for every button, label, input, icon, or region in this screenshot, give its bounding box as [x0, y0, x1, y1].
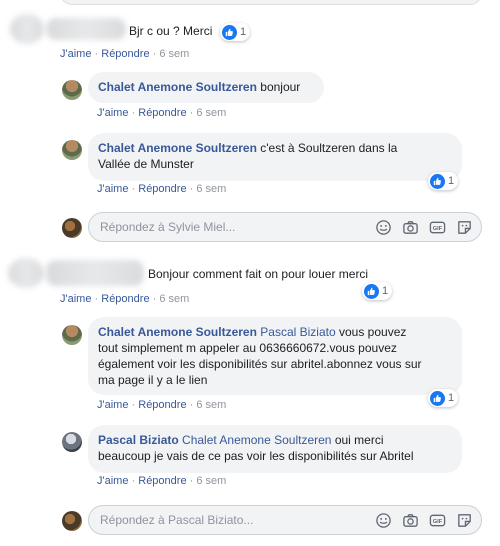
author-name[interactable]: Chalet Anemone Soultzeren — [98, 80, 257, 94]
reply-actions: J'aime · Répondre · 6 sem — [97, 399, 227, 411]
sticker-icon[interactable] — [456, 512, 473, 529]
like-link[interactable]: J'aime — [97, 183, 128, 195]
camera-icon[interactable] — [402, 512, 419, 529]
comment-text: Bonjour comment fait on pour louer merci — [148, 267, 369, 281]
reply-input[interactable]: Répondez à Sylvie Miel... GIF — [88, 212, 482, 242]
avatar[interactable] — [62, 80, 82, 100]
blurred-avatar — [8, 258, 44, 288]
like-thumb-icon — [430, 173, 445, 189]
like-thumb-icon — [430, 390, 445, 406]
like-count-badge[interactable]: 1 — [428, 389, 459, 407]
sticker-icon[interactable] — [456, 219, 473, 236]
reply-bubble: Chalet Anemone Soultzeren bonjour — [88, 72, 324, 103]
reply-text-line: également voir les disponibilités sur ab… — [98, 357, 422, 371]
like-link[interactable]: J'aime — [60, 293, 91, 305]
reply-bubble: Pascal Biziato Chalet Anemone Soultzeren… — [88, 425, 462, 473]
reply-text-line: Vallée de Munster — [98, 157, 194, 171]
like-count: 1 — [240, 26, 247, 38]
like-count-badge[interactable]: 1 — [428, 172, 459, 190]
timestamp[interactable]: 6 sem — [196, 107, 226, 119]
blurred-author-name — [46, 18, 126, 40]
reply-link[interactable]: Répondre — [138, 475, 186, 487]
reply-text-line: vous pouvez — [338, 325, 407, 339]
timestamp[interactable]: 6 sem — [159, 48, 189, 60]
gif-icon[interactable]: GIF — [429, 512, 446, 529]
reply-text-line: oui merci — [334, 433, 384, 447]
current-user-avatar — [62, 511, 82, 531]
author-name[interactable]: Pascal Biziato — [98, 433, 179, 447]
avatar[interactable] — [62, 140, 82, 160]
emoji-icon[interactable] — [375, 219, 392, 236]
svg-text:GIF: GIF — [433, 519, 443, 525]
reply-input-placeholder: Répondez à Sylvie Miel... — [100, 220, 236, 234]
timestamp[interactable]: 6 sem — [159, 293, 189, 305]
reply-actions: J'aime · Répondre · 6 sem — [97, 107, 227, 119]
like-thumb-icon — [222, 24, 237, 40]
like-thumb-icon — [364, 283, 379, 299]
like-link[interactable]: J'aime — [97, 475, 128, 487]
like-link[interactable]: J'aime — [60, 48, 91, 60]
reply-bubble: Chalet Anemone Soultzeren Pascal Biziato… — [88, 317, 462, 395]
author-name[interactable]: Chalet Anemone Soultzeren — [98, 141, 257, 155]
reply-bubble: Chalet Anemone Soultzeren c'est à Soultz… — [88, 133, 462, 181]
comment-actions: J'aime · Répondre · 6 sem — [60, 48, 190, 60]
reply-link[interactable]: Répondre — [101, 48, 149, 60]
reply-text-line: ma page il y a le lien — [98, 373, 208, 387]
timestamp[interactable]: 6 sem — [196, 183, 226, 195]
author-name[interactable]: Chalet Anemone Soultzeren — [98, 325, 257, 339]
avatar[interactable] — [62, 432, 82, 452]
blurred-avatar — [10, 14, 44, 44]
timestamp[interactable]: 6 sem — [196, 399, 226, 411]
like-link[interactable]: J'aime — [97, 399, 128, 411]
previous-comment-edge — [60, 0, 482, 5]
svg-text:GIF: GIF — [433, 226, 443, 232]
reply-text-line: c'est à Soultzeren dans la — [260, 141, 398, 155]
avatar[interactable] — [62, 325, 82, 345]
emoji-icon[interactable] — [375, 512, 392, 529]
like-count: 1 — [448, 392, 455, 404]
like-link[interactable]: J'aime — [97, 107, 128, 119]
mention-link[interactable]: Chalet Anemone Soultzeren — [182, 433, 331, 447]
comment-text: Bjr c ou ? Merci — [129, 24, 213, 38]
reply-text-line: beaucoup je vais de ce pas voir les disp… — [98, 449, 414, 463]
like-count-badge[interactable]: 1 — [362, 282, 393, 300]
current-user-avatar — [62, 218, 82, 238]
reply-link[interactable]: Répondre — [138, 107, 186, 119]
reply-actions: J'aime · Répondre · 6 sem — [97, 183, 227, 195]
reply-input[interactable]: Répondez à Pascal Biziato... GIF — [88, 505, 482, 535]
reply-link[interactable]: Répondre — [138, 399, 186, 411]
reply-link[interactable]: Répondre — [101, 293, 149, 305]
reply-link[interactable]: Répondre — [138, 183, 186, 195]
mention-link[interactable]: Pascal Biziato — [260, 325, 335, 339]
reply-text-line: tout simplement m appeler au 0636660672.… — [98, 341, 397, 355]
like-count: 1 — [448, 175, 455, 187]
blurred-author-name — [46, 260, 144, 286]
timestamp[interactable]: 6 sem — [196, 475, 226, 487]
gif-icon[interactable]: GIF — [429, 219, 446, 236]
like-count: 1 — [382, 285, 389, 297]
reply-actions: J'aime · Répondre · 6 sem — [97, 475, 227, 487]
like-count-badge[interactable]: 1 — [220, 23, 251, 41]
reply-input-placeholder: Répondez à Pascal Biziato... — [100, 513, 254, 527]
camera-icon[interactable] — [402, 219, 419, 236]
reply-text: bonjour — [260, 80, 301, 94]
comment-actions: J'aime · Répondre · 6 sem — [60, 293, 190, 305]
